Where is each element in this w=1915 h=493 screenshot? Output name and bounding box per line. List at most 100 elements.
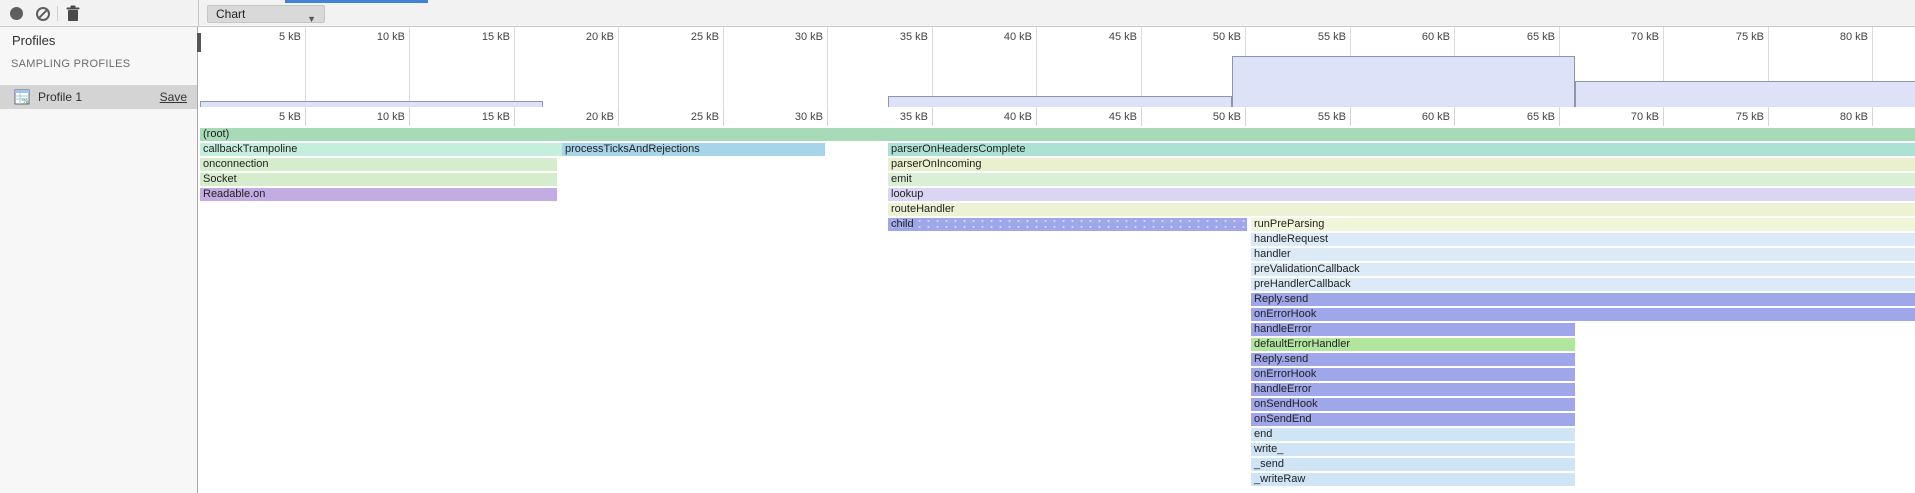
ruler-tick-label: 75 kB — [1710, 111, 1764, 123]
ruler-tick-label: 10 kB — [351, 111, 405, 123]
flame-frame[interactable]: handleRequest — [1251, 233, 1915, 246]
ruler-tick-label: 45 kB — [1083, 111, 1137, 123]
flame-frame[interactable]: onconnection — [200, 158, 557, 171]
profile-table-icon: % — [14, 89, 30, 105]
ruler-tick-label: 25 kB — [665, 31, 719, 43]
ruler-tick-label: 15 kB — [456, 31, 510, 43]
toolbar-separator — [57, 6, 58, 21]
flame-frame[interactable]: handleError — [1251, 323, 1575, 336]
flame-frame[interactable]: child — [888, 218, 1247, 231]
flame-frame[interactable]: emit — [888, 173, 1915, 186]
tick-gridline — [409, 108, 410, 126]
sidebar-title: Profiles — [12, 33, 55, 48]
ruler-tick-label: 20 kB — [560, 31, 614, 43]
flame-frame[interactable]: onErrorHook — [1251, 368, 1575, 381]
ruler-tick-label: 65 kB — [1501, 31, 1555, 43]
flame-frame[interactable]: Reply.send — [1251, 293, 1915, 306]
ruler-tick-label: 45 kB — [1083, 31, 1137, 43]
sidebar: Profiles SAMPLING PROFILES % Profile 1 S… — [0, 27, 198, 493]
flame-frame[interactable]: (root) — [200, 128, 1915, 141]
tick-gridline — [514, 108, 515, 126]
flame-frame[interactable]: onSendHook — [1251, 398, 1575, 411]
svg-text:%: % — [22, 98, 29, 106]
sidebar-item-profile-1[interactable]: % Profile 1 Save — [0, 85, 197, 109]
ruler-tick-label: 30 kB — [769, 31, 823, 43]
tick-gridline — [1350, 108, 1351, 126]
flame-frame[interactable]: processTicksAndRejections — [562, 143, 825, 156]
ruler-tick-label: 30 kB — [769, 111, 823, 123]
flame-frame[interactable]: Socket — [200, 173, 557, 186]
ruler-tick-label: 65 kB — [1501, 111, 1555, 123]
tick-gridline — [723, 128, 724, 493]
tick-gridline — [827, 27, 828, 108]
profile-name: Profile 1 — [38, 85, 82, 109]
tick-gridline — [514, 27, 515, 108]
flame-frame[interactable]: callbackTrampoline — [200, 143, 562, 156]
tick-gridline — [1663, 108, 1664, 126]
tick-gridline — [723, 108, 724, 126]
memory-profiler-app: Chart ▼ Profiles SAMPLING PROFILES % Pro… — [0, 0, 1915, 493]
tick-gridline — [932, 108, 933, 126]
flame-frame[interactable]: runPreParsing — [1251, 218, 1915, 231]
tick-gridline — [1872, 108, 1873, 126]
record-button[interactable] — [8, 5, 26, 23]
tick-gridline — [1141, 108, 1142, 126]
ruler-tick-label: 80 kB — [1814, 31, 1868, 43]
tick-gridline — [1768, 108, 1769, 126]
flame-frame[interactable]: _writeRaw — [1251, 473, 1575, 486]
chart-view-dropdown[interactable]: Chart ▼ — [207, 5, 325, 23]
ruler-tick-label: 40 kB — [978, 31, 1032, 43]
ruler-tick-label: 75 kB — [1710, 31, 1764, 43]
ruler-tick-label: 40 kB — [978, 111, 1032, 123]
tick-gridline — [1454, 108, 1455, 126]
ruler-tick-label: 55 kB — [1292, 31, 1346, 43]
tick-gridline — [305, 108, 306, 126]
flame-frame[interactable]: Readable.on — [200, 188, 557, 201]
ruler-tick-label: 55 kB — [1292, 111, 1346, 123]
ruler-tick-label: 35 kB — [874, 111, 928, 123]
tick-gridline — [827, 128, 828, 493]
flame-frame[interactable]: preValidationCallback — [1251, 263, 1915, 276]
flame-frame[interactable]: handleError — [1251, 383, 1575, 396]
ruler-tick-label: 50 kB — [1187, 31, 1241, 43]
clear-button[interactable] — [34, 5, 52, 23]
flame-frame[interactable]: defaultErrorHandler — [1251, 338, 1575, 351]
save-profile-link[interactable]: Save — [160, 85, 187, 109]
flame-frame[interactable]: onErrorHook — [1251, 308, 1915, 321]
ruler-tick-label: 50 kB — [1187, 111, 1241, 123]
active-tab-indicator — [285, 0, 428, 3]
tick-gridline — [618, 108, 619, 126]
ruler-tick-label: 15 kB — [456, 111, 510, 123]
delete-profile-button[interactable] — [64, 4, 82, 22]
tick-gridline — [723, 27, 724, 108]
range-select-handle[interactable] — [197, 33, 201, 52]
flame-frame[interactable]: parserOnIncoming — [888, 158, 1915, 171]
flame-frame[interactable]: routeHandler — [888, 203, 1915, 216]
overview-step — [888, 96, 1232, 107]
tick-gridline — [1245, 108, 1246, 126]
flame-frame[interactable]: end — [1251, 428, 1575, 441]
ruler-tick-label: 70 kB — [1605, 111, 1659, 123]
trash-icon — [64, 4, 82, 23]
toolbar: Chart ▼ — [0, 0, 1915, 27]
ruler-tick-label: 25 kB — [665, 111, 719, 123]
ruler-tick-label: 70 kB — [1605, 31, 1659, 43]
tick-gridline — [1036, 108, 1037, 126]
flame-frame[interactable]: Reply.send — [1251, 353, 1575, 366]
flame-frame[interactable]: parserOnHeadersComplete — [888, 143, 1915, 156]
ruler-tick-label: 5 kB — [247, 111, 301, 123]
sampling-profiles-heading: SAMPLING PROFILES — [11, 58, 130, 70]
dropdown-caret-icon: ▼ — [307, 11, 316, 27]
ruler-tick-label: 60 kB — [1396, 111, 1450, 123]
flame-frame[interactable]: _send — [1251, 458, 1575, 471]
flame-frame[interactable]: handler — [1251, 248, 1915, 261]
overview-step — [200, 101, 543, 107]
tick-gridline — [409, 27, 410, 108]
ruler-tick-label: 5 kB — [247, 31, 301, 43]
flame-frame[interactable]: preHandlerCallback — [1251, 278, 1915, 291]
record-icon — [10, 7, 23, 20]
flame-frame[interactable]: lookup — [888, 188, 1915, 201]
flame-frame[interactable]: onSendEnd — [1251, 413, 1575, 426]
flame-frame[interactable]: write_ — [1251, 443, 1575, 456]
tick-gridline — [827, 108, 828, 126]
